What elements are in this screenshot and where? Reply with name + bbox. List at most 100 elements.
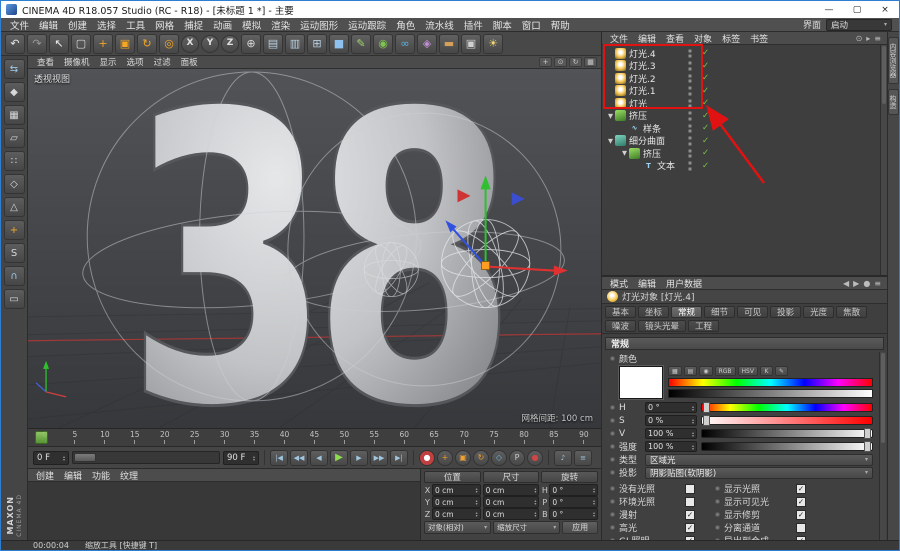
object-row[interactable]: 灯光.2 ✓ [602,72,887,85]
viewport-corner-icon[interactable]: ⊙ [554,57,567,67]
menu-item[interactable]: 捕捉 [179,18,208,32]
enable-check-icon[interactable]: ✓ [702,161,709,171]
record-button[interactable]: ● [527,449,543,466]
attribute-menu-item[interactable]: 用户数据 [661,277,707,290]
object-icon[interactable] [615,110,626,122]
value-field[interactable]: 0 ° ▴ ▾ [645,402,697,413]
enable-check-icon[interactable]: ✓ [702,123,709,133]
checkbox[interactable] [685,496,695,507]
record-button[interactable]: ▣ [455,449,471,466]
color-slider[interactable] [701,402,873,413]
viewport-menu-item[interactable]: 过滤 [149,56,176,68]
toolbar-button[interactable]: Y [201,34,219,53]
object-manager-menu-item[interactable]: 标签 [717,32,745,45]
toolbar-button[interactable]: ◎ [159,33,179,54]
checkbox[interactable] [685,483,695,494]
material-menu-item[interactable]: 创建 [31,469,59,482]
menu-item[interactable]: 创建 [63,18,92,32]
viewport-menu-item[interactable]: 选项 [122,56,149,68]
material-menu-item[interactable]: 纹理 [115,469,143,482]
attribute-manager-icon[interactable]: ≡ [874,279,881,288]
record-button[interactable]: ↻ [473,449,489,466]
apply-button[interactable]: 应用 [562,521,598,534]
object-icon[interactable]: ∿ [629,122,640,134]
checkbox[interactable] [796,522,806,533]
record-button[interactable]: ● [419,449,435,466]
toolbar-button[interactable]: ✎ [351,33,371,54]
visibility-dots[interactable] [688,73,692,83]
titlebar[interactable]: CINEMA 4D R18.057 Studio (RC - R18) - [未… [1,1,899,18]
close-button[interactable]: × [871,1,899,18]
keyframe-dot-icon[interactable] [715,525,720,530]
side-tab[interactable]: 内容浏览器 [888,37,899,84]
menu-item[interactable]: 流水线 [420,18,459,32]
object-manager-menu-item[interactable]: 编辑 [633,32,661,45]
checkbox[interactable]: ✓ [796,509,806,520]
timeline-option-button[interactable]: ≡ [574,449,592,466]
transport-button[interactable]: ▶ [330,449,348,466]
object-name[interactable]: 挤压 [643,147,661,160]
slider-handle[interactable] [864,441,871,452]
size-field[interactable]: 0 cm ▴ ▾ [482,496,540,508]
color-mode-button[interactable]: HSV [737,366,758,376]
material-menu-item[interactable]: 编辑 [59,469,87,482]
keyframe-dot-icon[interactable] [610,457,615,462]
keyframe-dot-icon[interactable] [610,486,615,491]
menu-item[interactable]: 渲染 [266,18,295,32]
menu-item[interactable]: 运动跟踪 [343,18,391,32]
color-mode-button[interactable]: ◉ [699,366,713,376]
visibility-dots[interactable] [688,111,692,121]
toolbar-button[interactable]: ↻ [137,33,157,54]
expand-icon[interactable]: ▼ [620,149,629,157]
toolbar-button[interactable]: ■ [329,33,349,54]
menu-item[interactable]: 工具 [121,18,150,32]
viewport-corner-icon[interactable]: ↻ [569,57,582,67]
checkbox[interactable]: ✓ [685,509,695,520]
enable-check-icon[interactable]: ✓ [702,111,709,121]
color-mode-button[interactable]: ▤ [683,366,698,376]
gizmo-center-handle[interactable] [481,261,491,270]
attribute-manager-icon[interactable]: ▶ [853,279,859,288]
color-slider[interactable] [701,415,873,426]
toolbar-button[interactable]: ▬ [439,33,459,54]
current-frame-marker[interactable] [35,431,48,444]
menu-item[interactable]: 帮助 [546,18,575,32]
visibility-dots[interactable] [688,136,692,146]
object-row[interactable]: ▼ 挤压 ✓ [602,110,887,122]
toolbar-button[interactable]: ▣ [461,33,481,54]
expand-icon[interactable]: ▼ [606,112,615,120]
coordinate-column-header[interactable]: 位置 [424,471,481,483]
transform-mode-select[interactable]: 对象(相对) ▾ [424,521,492,534]
object-icon[interactable] [629,147,640,159]
toolbar-button[interactable]: ▢ [71,33,91,54]
intensity-slider[interactable] [701,441,873,452]
object-name[interactable]: 灯光.1 [629,84,656,97]
object-manager-menu-item[interactable]: 对象 [689,32,717,45]
attribute-manager-icon[interactable]: ● [863,279,870,288]
toolbar-button[interactable]: ▣ [115,33,135,54]
transport-button[interactable]: |◀ [270,449,288,466]
object-name[interactable]: 灯光.4 [629,47,656,60]
object-icon[interactable] [615,85,626,97]
expand-icon[interactable]: ▼ [606,137,615,145]
object-manager-menu-item[interactable]: 查看 [661,32,689,45]
toolbar-button[interactable]: ↖ [49,33,69,54]
menu-item[interactable]: 动画 [208,18,237,32]
transport-button[interactable]: ▶ [350,449,368,466]
keyframe-dot-icon[interactable] [715,486,720,491]
checkbox[interactable]: ✓ [685,522,695,533]
object-name[interactable]: 样条 [643,122,661,135]
stepper-icon[interactable]: ▴ ▾ [63,454,65,461]
side-tab[interactable]: 构造 [888,89,899,115]
menu-item[interactable]: 文件 [5,18,34,32]
enable-check-icon[interactable]: ✓ [702,148,709,158]
visibility-dots[interactable] [688,86,692,96]
visibility-dots[interactable] [688,148,692,158]
color-mode-button[interactable]: ▦ [668,366,682,376]
viewport-canvas[interactable]: 38 透视视图 网格间距: 100 cm [28,69,601,428]
timeline-option-button[interactable]: ♪ [554,449,572,466]
mode-toolbar-button[interactable]: △ [3,197,25,217]
visibility-dots[interactable] [688,123,692,133]
transport-button[interactable]: ◀◀ [290,449,308,466]
object-name[interactable]: 细分曲面 [629,134,665,147]
